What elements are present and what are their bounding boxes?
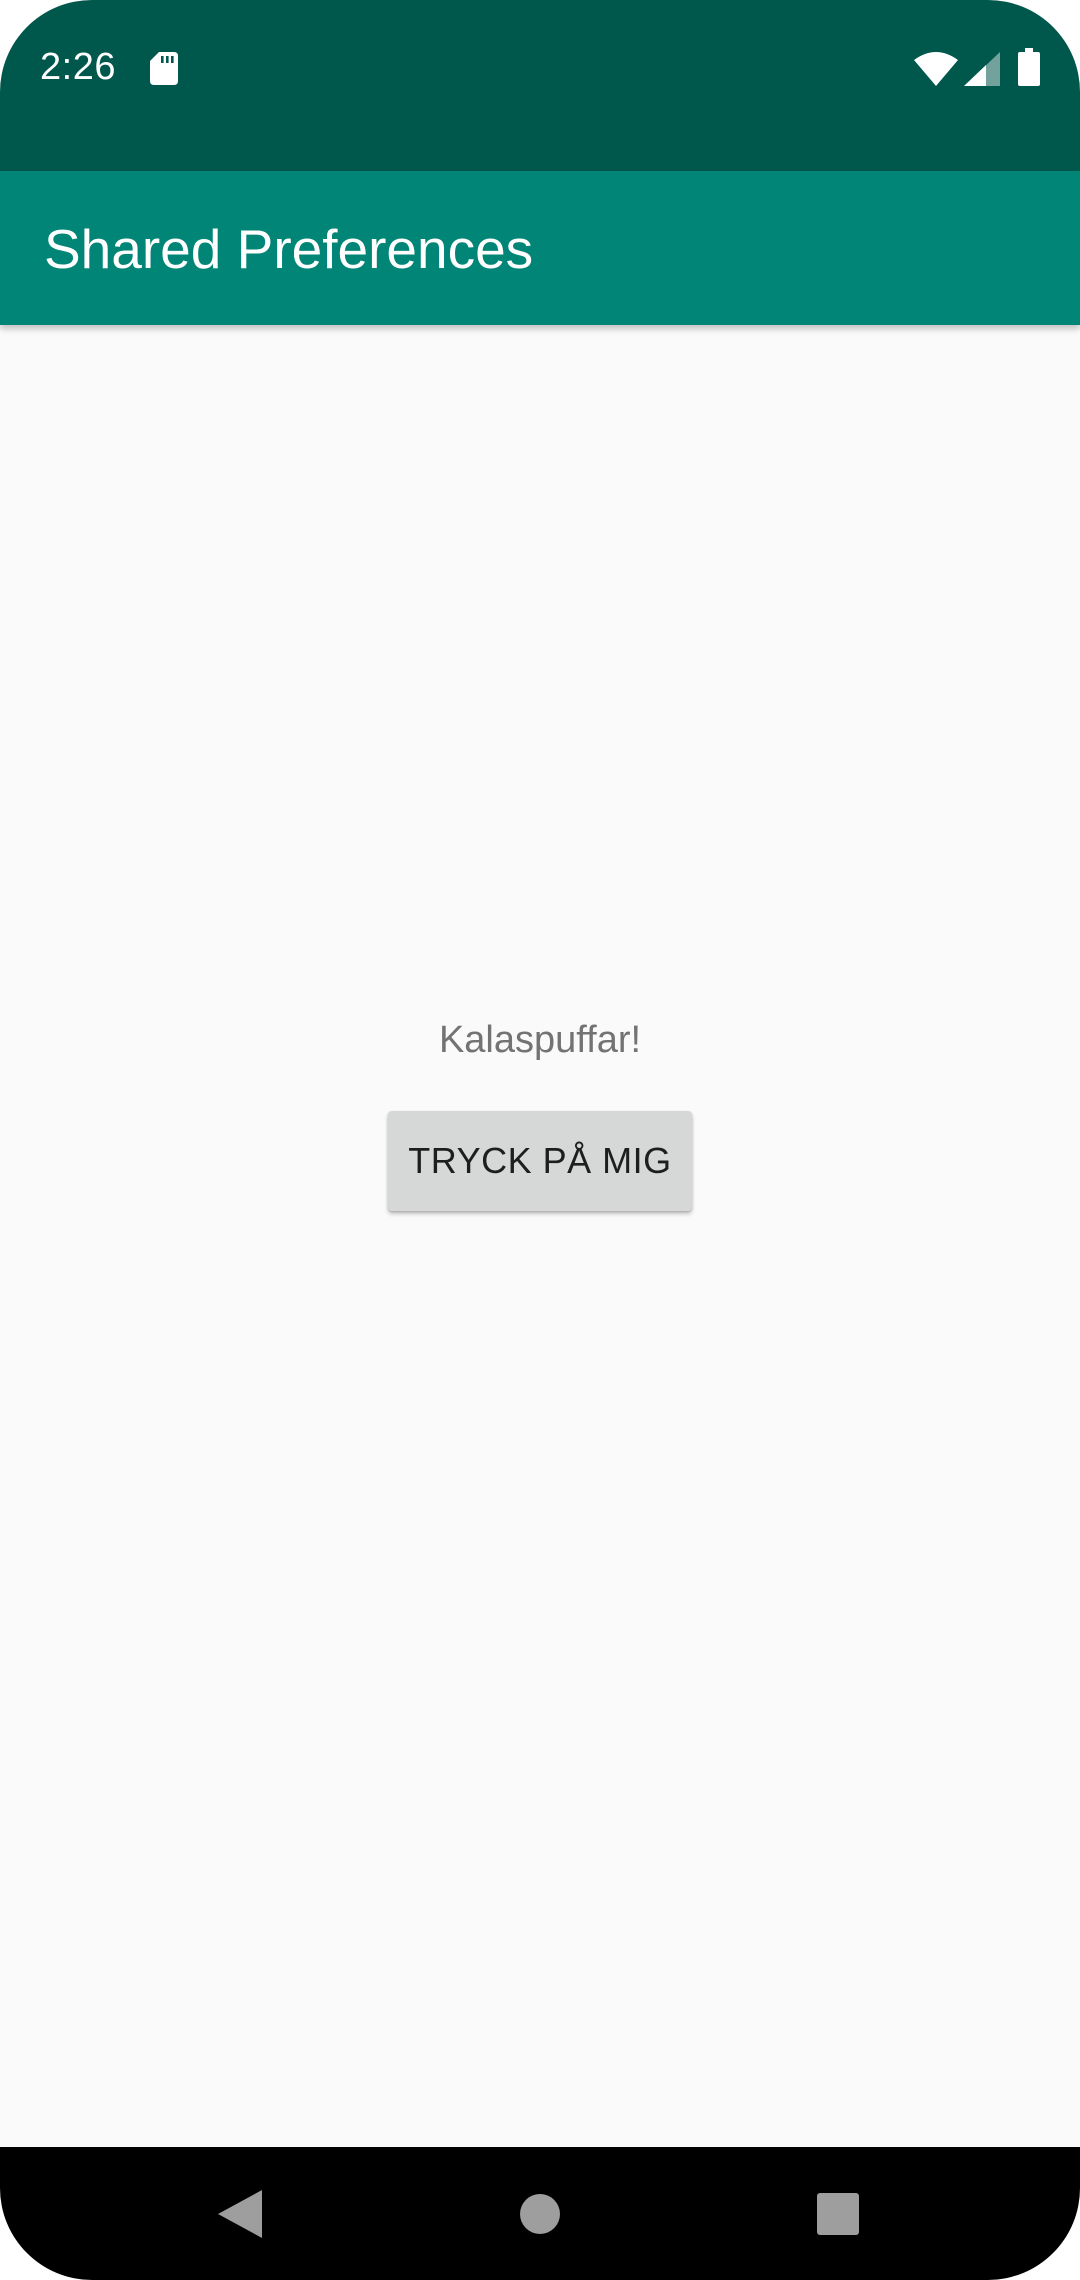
app-title: Shared Preferences — [44, 218, 534, 280]
home-icon[interactable] — [519, 2193, 561, 2235]
battery-icon — [1018, 48, 1040, 86]
status-bar: 2:26 — [0, 0, 1080, 171]
wifi-icon — [914, 52, 958, 86]
message-text: Kalaspuffar! — [438, 1019, 642, 1061]
app-bar: Shared Preferences — [0, 171, 1080, 325]
cell-signal-icon — [964, 52, 1000, 86]
tryck-pa-mig-button[interactable]: TRYCK PÅ MIG — [388, 1111, 692, 1211]
phone-screen: 2:26 Shared Preferences Kalaspuffar! TRY… — [0, 0, 1080, 2280]
main-content: Kalaspuffar! TRYCK PÅ MIG — [0, 325, 1080, 2147]
status-time: 2:26 — [40, 46, 116, 88]
navigation-bar — [0, 2147, 1080, 2280]
back-icon[interactable] — [218, 2190, 262, 2238]
recents-icon[interactable] — [817, 2193, 859, 2235]
sd-card-icon — [150, 52, 178, 85]
